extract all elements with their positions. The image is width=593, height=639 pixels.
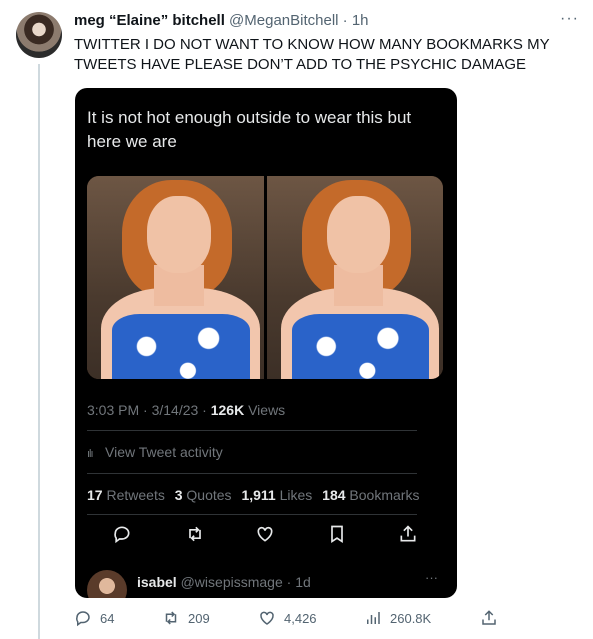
embedded-screenshot[interactable]: It is not hot enough outside to wear thi…: [75, 88, 457, 598]
embedded-photo-2[interactable]: [267, 176, 443, 379]
embedded-photo-1[interactable]: [87, 176, 264, 379]
tweet[interactable]: meg “Elaine” bitchell @MeganBitchell · 1…: [0, 0, 593, 639]
tweet-header: meg “Elaine” bitchell @MeganBitchell · 1…: [74, 12, 574, 32]
tweet-text: TWITTER I DO NOT WANT TO KNOW HOW MANY B…: [74, 36, 550, 73]
like-count: 4,426: [284, 610, 317, 626]
view-tweet-activity[interactable]: ılı View Tweet activity: [87, 444, 223, 460]
embedded-meta: 3:03 PM · 3/14/23 · 126K Views: [87, 402, 285, 418]
divider: [87, 514, 417, 515]
quotes-label[interactable]: Quotes: [186, 487, 231, 503]
like-button[interactable]: 4,426: [258, 609, 317, 627]
author-handle[interactable]: @MeganBitchell: [229, 12, 338, 29]
reply-button[interactable]: 64: [74, 609, 114, 627]
reply-count: 64: [100, 610, 115, 626]
share-icon[interactable]: [398, 524, 422, 548]
author-avatar[interactable]: [16, 12, 62, 58]
more-options-icon[interactable]: ···: [560, 10, 579, 28]
tweet-time[interactable]: 1h: [352, 12, 369, 29]
retweets-count: 17: [87, 487, 103, 503]
divider: [87, 473, 417, 474]
likes-count: 1,911: [241, 487, 276, 503]
likes-label[interactable]: Likes: [280, 487, 313, 503]
divider: [87, 430, 417, 431]
share-button[interactable]: [480, 609, 498, 627]
reply-separator: ·: [286, 574, 292, 590]
reply-name[interactable]: isabel: [137, 574, 177, 590]
embedded-stats: 17 Retweets 3 Quotes 1,911 Likes 184 Boo…: [87, 487, 419, 503]
embedded-views-count: 126K: [210, 402, 245, 418]
like-icon: [260, 611, 274, 625]
quotes-count: 3: [174, 487, 183, 503]
bookmarks-count: 184: [322, 487, 346, 503]
reply-icon: [76, 611, 90, 627]
views-icon: [367, 612, 380, 624]
share-icon: [482, 610, 496, 625]
activity-icon: ılı: [87, 448, 94, 460]
retweet-count: 209: [188, 610, 210, 626]
views-button[interactable]: 260.8K: [364, 609, 431, 627]
reply-icon[interactable]: [112, 524, 136, 548]
reply-handle[interactable]: @wisepissmage: [181, 574, 283, 590]
thread-line: [38, 64, 40, 639]
bookmarks-label[interactable]: Bookmarks: [349, 487, 419, 503]
views-count: 260.8K: [390, 610, 432, 626]
activity-label: View Tweet activity: [105, 444, 223, 460]
embedded-views-label: Views: [244, 402, 286, 418]
reply-more-icon[interactable]: ···: [425, 570, 438, 585]
embedded-tweet-text: It is not hot enough outside to wear thi…: [87, 108, 412, 151]
author-name[interactable]: meg “Elaine” bitchell: [74, 12, 225, 29]
retweet-icon: [165, 611, 177, 625]
tweet-action-bar: 64 209 4,426 260.8K: [74, 609, 584, 631]
reply-header: isabel @wisepissmage · 1d: [137, 574, 311, 590]
bookmark-icon[interactable]: [327, 524, 351, 548]
retweets-label[interactable]: Retweets: [106, 487, 164, 503]
retweet-button[interactable]: 209: [162, 609, 210, 627]
embedded-action-bar: [75, 524, 457, 552]
retweet-icon[interactable]: [185, 524, 209, 548]
reply-time[interactable]: 1d: [295, 574, 311, 590]
embedded-time: 3:03 PM · 3/14/23 ·: [87, 402, 211, 418]
separator-dot: ·: [342, 12, 348, 29]
like-icon[interactable]: [255, 524, 279, 548]
reply-avatar[interactable]: [87, 570, 127, 598]
